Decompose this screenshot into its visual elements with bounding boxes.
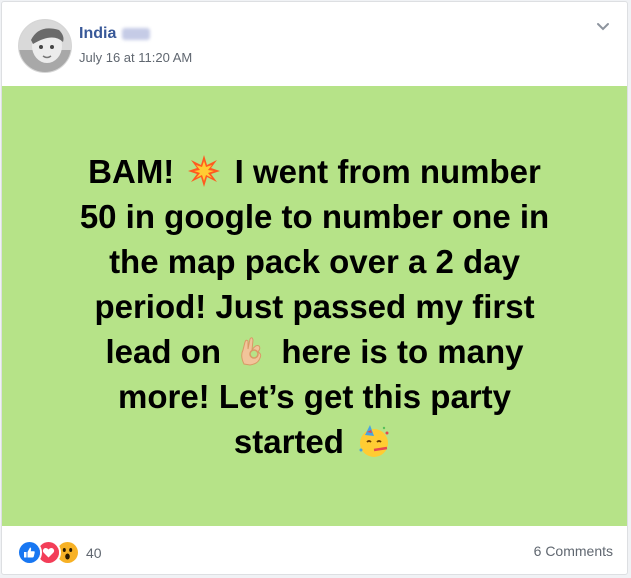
partying-face-emoji-icon [357,424,391,458]
post-text-segment: started [233,422,344,460]
post-text-segment: 50 in google to number one in [79,197,550,235]
post-text-line: the map pack over a 2 day [35,239,595,284]
author-name[interactable]: India [79,25,116,43]
comments-count-link[interactable]: 6 Comments [534,543,613,559]
post-text-line: period! Just passed my first [35,284,595,329]
author-row: India [79,24,151,44]
post-text: BAM! I went from number 50 in google to … [35,149,595,464]
post-text-segment: more! Let’s get this party [117,377,512,415]
post-text-line: lead on here is to many [35,329,595,374]
post-footer: 40 6 Comments [2,526,627,576]
post-text-segment: here is to many [281,332,524,370]
post-text-line: more! Let’s get this party [35,374,595,419]
post-text-line: BAM! I went from number [35,149,595,194]
post-text-segment: period! Just passed my first [94,287,535,325]
collision-emoji-icon [187,154,221,188]
avatar[interactable] [18,19,72,73]
author-surname-redacted [122,28,151,40]
post-text-segment: BAM! [88,152,175,190]
post-text-line: 50 in google to number one in [35,194,595,239]
post-text-segment: lead on [105,332,222,370]
reactions-summary[interactable]: 40 [17,540,102,565]
like-reaction-icon [17,540,42,565]
post-text-segment: the map pack over a 2 day [109,242,520,280]
post-options-chevron-icon[interactable] [595,20,611,32]
post-text-segment: I went from number [234,152,541,190]
post-card: India July 16 at 11:20 AM BAM! I went fr… [1,1,628,575]
reaction-count[interactable]: 40 [86,545,102,561]
post-body-background: BAM! I went from number 50 in google to … [2,86,627,526]
post-text-line: started [35,419,595,464]
post-header: India July 16 at 11:20 AM [2,2,627,86]
avatar-image [19,20,71,72]
post-timestamp[interactable]: July 16 at 11:20 AM [79,50,192,65]
ok-hand-emoji-icon [234,334,268,368]
